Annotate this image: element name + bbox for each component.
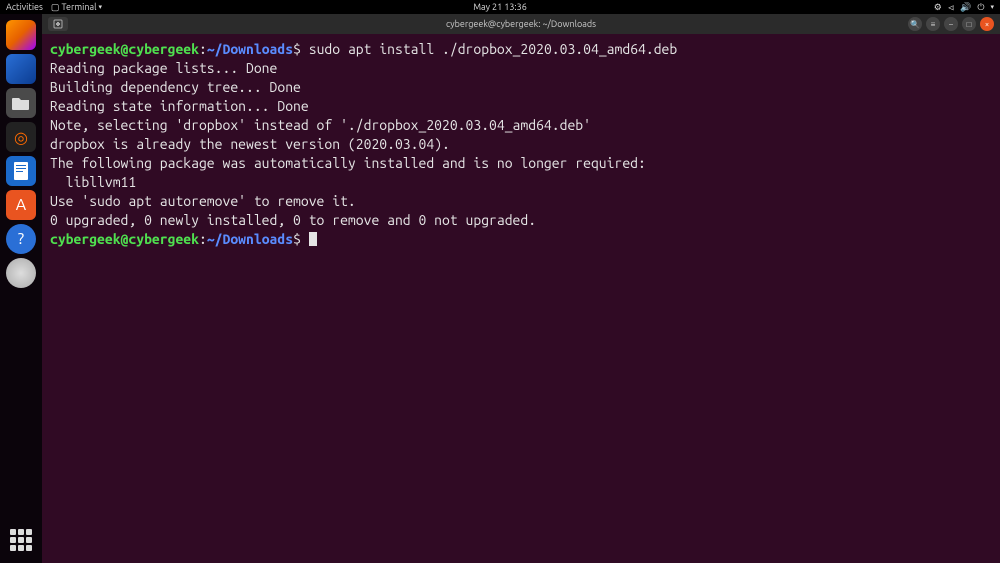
window-title: cybergeek@cybergeek: ~/Downloads <box>446 19 596 29</box>
close-button[interactable]: × <box>980 17 994 31</box>
prompt-userhost: cybergeek@cybergeek <box>50 231 199 247</box>
minimize-button[interactable]: – <box>944 17 958 31</box>
libreoffice-writer-icon[interactable] <box>6 156 36 186</box>
output-line: libllvm11 <box>50 174 136 190</box>
output-line: 0 upgraded, 0 newly installed, 0 to remo… <box>50 212 536 228</box>
output-line: Note, selecting 'dropbox' instead of './… <box>50 117 591 133</box>
accessibility-icon[interactable]: ⏿ <box>948 2 954 13</box>
show-applications-button[interactable] <box>6 525 36 555</box>
disc-icon[interactable] <box>6 258 36 288</box>
help-icon[interactable]: ? <box>6 224 36 254</box>
prompt-symbol: $ <box>293 41 301 57</box>
prompt-symbol: $ <box>293 231 301 247</box>
window-titlebar: cybergeek@cybergeek: ~/Downloads 🔍 ≡ – □… <box>42 14 1000 34</box>
output-line: Building dependency tree... Done <box>50 79 301 95</box>
network-icon[interactable]: ⚙ <box>934 2 942 13</box>
command-text: sudo apt install ./dropbox_2020.03.04_am… <box>309 41 677 57</box>
prompt-path: ~/Downloads <box>207 231 293 247</box>
files-icon[interactable] <box>6 88 36 118</box>
power-icon[interactable]: ⏻ <box>977 2 984 13</box>
ubuntu-software-icon[interactable]: A <box>6 190 36 220</box>
app-menu-label: Terminal <box>61 2 96 12</box>
prompt-colon: : <box>199 41 207 57</box>
maximize-button[interactable]: □ <box>962 17 976 31</box>
activities-button[interactable]: Activities <box>6 2 43 12</box>
dock: ◎ A ? >_ <box>0 14 42 563</box>
prompt-userhost: cybergeek@cybergeek <box>50 41 199 57</box>
hamburger-menu-button[interactable]: ≡ <box>926 17 940 31</box>
output-line: The following package was automatically … <box>50 155 646 171</box>
terminal-viewport[interactable]: cybergeek@cybergeek:~/Downloads$ sudo ap… <box>42 34 1000 563</box>
rhythmbox-icon[interactable]: ◎ <box>6 122 36 152</box>
gnome-topbar: Activities ▢ Terminal ▾ May 21 13:36 ⚙ ⏿… <box>0 0 1000 14</box>
prompt-colon: : <box>199 231 207 247</box>
output-line: Reading package lists... Done <box>50 60 277 76</box>
cursor <box>309 232 317 246</box>
app-menu-button[interactable]: ▢ Terminal ▾ <box>51 2 102 13</box>
output-line: Use 'sudo apt autoremove' to remove it. <box>50 193 356 209</box>
clock[interactable]: May 21 13:36 <box>473 2 527 12</box>
prompt-path: ~/Downloads <box>207 41 293 57</box>
search-button[interactable]: 🔍 <box>908 17 922 31</box>
volume-icon[interactable]: 🔊 <box>960 2 971 13</box>
terminal-menu-badge-icon: ▢ <box>51 2 60 13</box>
thunderbird-icon[interactable] <box>6 54 36 84</box>
output-line: dropbox is already the newest version (2… <box>50 136 450 152</box>
new-tab-button[interactable] <box>48 17 68 31</box>
system-menu-chevron-icon[interactable]: ▾ <box>990 3 994 11</box>
firefox-icon[interactable] <box>6 20 36 50</box>
chevron-down-icon: ▾ <box>98 3 102 11</box>
output-line: Reading state information... Done <box>50 98 309 114</box>
